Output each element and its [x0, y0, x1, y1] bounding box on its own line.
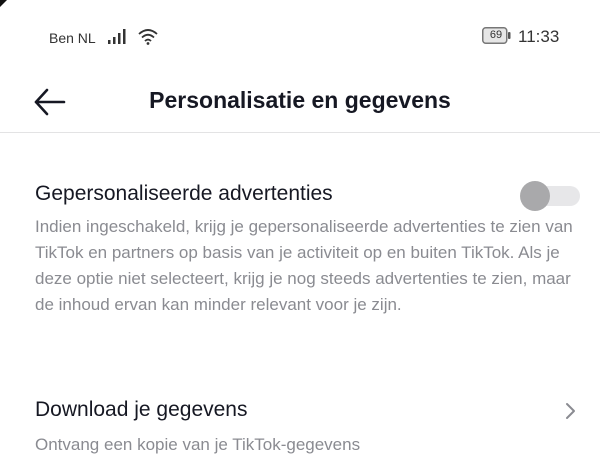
wifi-icon [138, 29, 158, 45]
battery-level: 69 [489, 29, 503, 41]
status-bar: Ben NL 69 11:33 [0, 0, 600, 60]
setting-download-data[interactable]: Download je gegevens Ontvang een kopie v… [35, 396, 585, 466]
toggle-knob [520, 181, 550, 211]
cellular-signal-icon [108, 29, 126, 44]
settings-screen: Ben NL 69 11:33 Personalisatie en gegeve… [0, 0, 600, 466]
personalized-ads-description: Indien ingeschakeld, krijg je gepersonal… [35, 217, 573, 314]
download-data-description: Ontvang een kopie van je TikTok-gegevens [35, 435, 361, 454]
chevron-right-icon [566, 403, 575, 419]
page-title: Personalisatie en gegevens [149, 87, 451, 113]
header-divider [0, 132, 600, 133]
download-data-title: Download je gegevens [35, 398, 248, 421]
setting-personalized-ads: Gepersonaliseerde advertenties Indien in… [35, 180, 585, 318]
personalized-ads-toggle[interactable] [520, 181, 580, 211]
personalized-ads-title: Gepersonaliseerde advertenties [35, 182, 333, 205]
navigation-header: Personalisatie en gegevens [0, 72, 600, 130]
carrier-name: Ben NL [49, 30, 96, 46]
clock: 11:33 [518, 27, 560, 46]
